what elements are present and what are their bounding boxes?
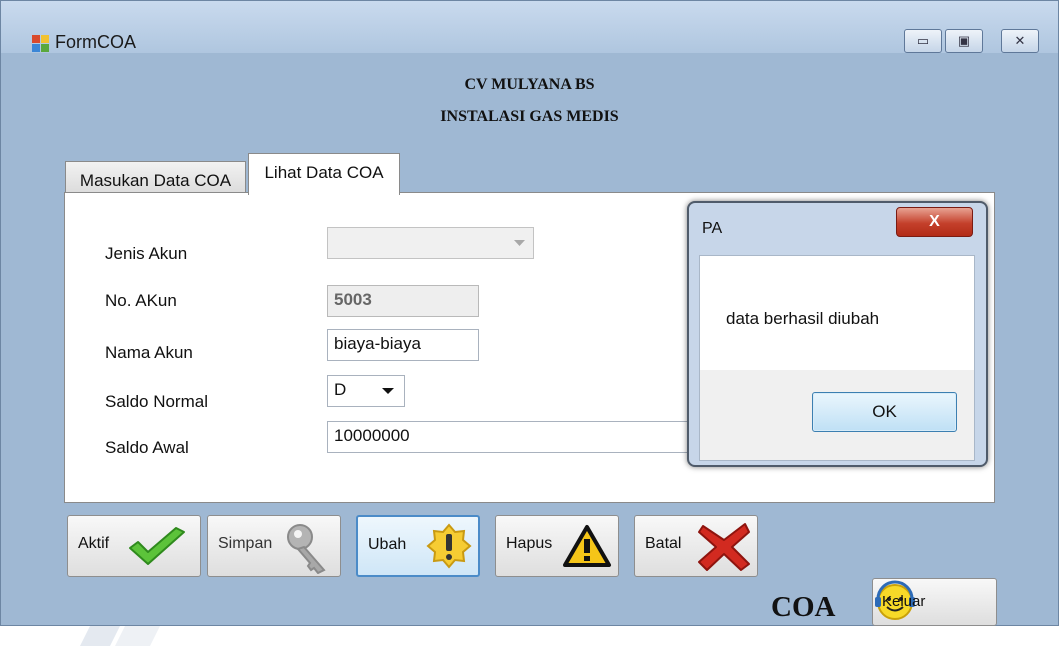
watermark: [0, 626, 1059, 646]
ubah-button[interactable]: Ubah: [356, 515, 480, 577]
watermark-shape: [80, 626, 160, 646]
hapus-button-label: Hapus: [506, 535, 553, 552]
chevron-down-icon: [382, 388, 394, 394]
title-bar: FormCOA ▭ ▣ ✕: [1, 1, 1058, 53]
nama-akun-label: Nama Akun: [105, 343, 193, 362]
ok-button[interactable]: OK: [812, 392, 957, 432]
jenis-akun-label: Jenis Akun: [105, 244, 188, 263]
dialog-title: PA: [702, 220, 723, 237]
tab-masukan-data-coa[interactable]: Masukan Data COA: [65, 161, 246, 193]
jenis-akun-select[interactable]: [327, 227, 534, 259]
tab-lihat-data-coa[interactable]: Lihat Data COA: [248, 153, 400, 195]
batal-button-label: Batal: [645, 535, 682, 552]
aktif-button-label: Aktif: [78, 535, 110, 552]
no-akun-label: No. AKun: [105, 291, 177, 310]
dialog-close-button[interactable]: X: [896, 207, 973, 237]
dialog-message: data berhasil diubah: [726, 309, 880, 328]
key-icon: [287, 524, 326, 574]
minimize-button[interactable]: ▭: [904, 29, 942, 53]
message-dialog: PA X data berhasil diubah OK: [687, 201, 988, 467]
maximize-button[interactable]: ▣: [945, 29, 983, 53]
red-x-icon: [698, 523, 750, 571]
dialog-body: data berhasil diubah: [699, 255, 975, 371]
close-button[interactable]: ✕: [1001, 29, 1039, 53]
saldo-awal-field[interactable]: 10000000: [327, 421, 689, 453]
company-name: CV MULYANA BS: [464, 76, 595, 93]
ubah-button-label: Ubah: [368, 536, 407, 553]
dialog-footer: OK: [699, 370, 975, 461]
nama-akun-field[interactable]: biaya-biaya: [327, 329, 479, 361]
simpan-button-label: Simpan: [218, 535, 273, 552]
app-icon: [32, 35, 49, 52]
keluar-button[interactable]: Keluar: [872, 578, 997, 626]
saldo-awal-label: Saldo Awal: [105, 438, 189, 457]
hapus-button[interactable]: Hapus: [495, 515, 619, 577]
window-title: FormCOA: [55, 32, 136, 52]
saldo-normal-label: Saldo Normal: [105, 392, 208, 411]
saldo-normal-value: D: [334, 380, 347, 399]
warning-badge-icon: [426, 523, 472, 569]
chevron-down-icon: [514, 240, 525, 246]
form-coa-window: FormCOA ▭ ▣ ✕ CV MULYANA BS INSTALASI GA…: [0, 0, 1059, 626]
simpan-button[interactable]: Simpan: [207, 515, 341, 577]
warning-triangle-icon: [563, 525, 611, 567]
no-akun-field[interactable]: 5003: [327, 285, 479, 317]
coa-label: COA: [771, 591, 836, 623]
keluar-button-label: Keluar: [882, 593, 926, 610]
aktif-button[interactable]: Aktif: [67, 515, 201, 577]
check-icon: [129, 527, 185, 565]
batal-button[interactable]: Batal: [634, 515, 758, 577]
company-subtitle: INSTALASI GAS MEDIS: [440, 108, 619, 125]
saldo-normal-select[interactable]: D: [327, 375, 405, 407]
